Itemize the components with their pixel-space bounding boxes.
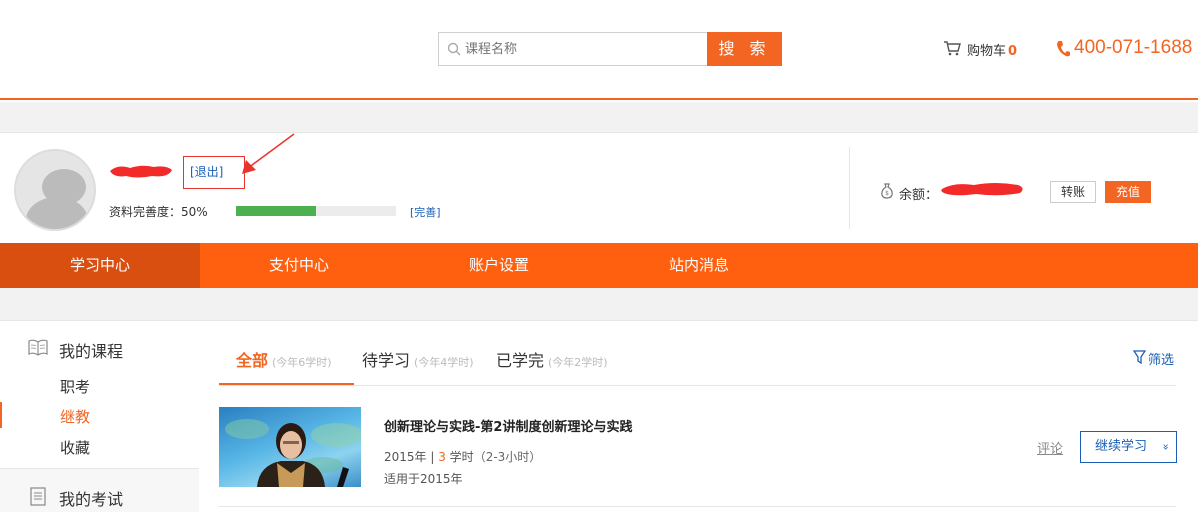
cart-count: 0	[1008, 44, 1018, 59]
course-meta: 2015年 | 3 学时（2-3小时）	[384, 448, 541, 465]
sidebar-item-continuing-education[interactable]: 继教	[60, 406, 90, 427]
recharge-button[interactable]: 充值	[1105, 181, 1151, 203]
balance-label: 余额：	[899, 188, 939, 203]
sidebar-active-marker	[0, 402, 2, 428]
course-thumbnail-image	[225, 419, 361, 487]
course-duration: （2-3小时）	[473, 450, 542, 464]
nav-item-account-settings[interactable]: 账户设置	[399, 243, 599, 288]
continue-learning-button[interactable]: 继续学习 »	[1080, 431, 1177, 463]
completeness-progress-fill	[236, 206, 316, 216]
nav-item-payment-center[interactable]: 支付中心	[199, 243, 399, 288]
exam-paper-icon	[30, 487, 46, 506]
sidebar-section-my-exams[interactable]: 我的考试	[59, 486, 123, 510]
course-applicable-year: 适用于2015年	[384, 472, 463, 486]
tabs-divider	[219, 385, 1176, 386]
complete-profile-link[interactable]: [完善]	[410, 204, 441, 220]
site-header: 搜 索 购物车0 400-071-1688	[0, 0, 1198, 100]
filter-icon	[1133, 350, 1146, 364]
completeness-progress-bar	[236, 206, 396, 216]
profile-completeness-label: 资料完善度：50%	[109, 205, 208, 219]
filter-label: 筛选	[1148, 353, 1175, 368]
course-row-divider	[219, 506, 1176, 507]
sidebar-section-my-courses[interactable]: 我的课程	[59, 338, 123, 362]
tab-to-study-hours: (今年4学时)	[414, 356, 474, 369]
money-bag-icon: $	[881, 183, 893, 199]
cart-icon	[944, 41, 961, 56]
annotation-arrow	[242, 133, 295, 174]
course-thumbnail[interactable]	[219, 407, 361, 487]
course-year: 2015年	[384, 450, 427, 464]
tab-all-label: 全部	[236, 351, 269, 370]
phone-number: 400-071-1688	[1074, 37, 1193, 58]
review-link[interactable]: 评论	[1037, 438, 1063, 457]
sidebar-item-favorites[interactable]: 收藏	[60, 437, 90, 458]
tab-all[interactable]: 全部 (今年6学时)	[236, 347, 332, 371]
main-nav: 学习中心 支付中心 账户设置 站内消息	[0, 243, 1198, 288]
tab-completed-hours: (今年2学时)	[548, 356, 608, 369]
tab-all-hours: (今年6学时)	[272, 356, 332, 369]
search-button[interactable]: 搜 索	[707, 32, 782, 66]
tab-to-study[interactable]: 待学习 (今年4学时)	[362, 347, 474, 371]
svg-text:$: $	[885, 190, 889, 197]
tab-to-study-label: 待学习	[362, 351, 411, 370]
transfer-button[interactable]: 转账	[1050, 181, 1096, 203]
nav-item-learning-center[interactable]: 学习中心	[0, 243, 200, 288]
tab-completed-label: 已学完	[496, 351, 545, 370]
cart-label: 购物车	[967, 44, 1007, 59]
username-redacted	[110, 165, 172, 178]
phone-icon	[1057, 41, 1070, 57]
sidebar-section-exams: 我的考试	[0, 468, 199, 512]
chevron-down-icon: »	[1159, 443, 1173, 451]
course-meta-separator: |	[426, 450, 439, 464]
continue-learning-label: 继续学习	[1095, 439, 1148, 454]
avatar[interactable]	[14, 149, 96, 231]
tab-completed[interactable]: 已学完 (今年2学时)	[496, 347, 608, 371]
page-background	[0, 102, 1198, 132]
book-icon	[28, 339, 48, 356]
course-hours-unit: 学时	[445, 450, 474, 464]
page-background-lower	[0, 288, 1198, 320]
sidebar-item-vocational-exam[interactable]: 职考	[60, 376, 90, 397]
search-box[interactable]	[438, 32, 708, 66]
profile-divider	[849, 147, 850, 229]
course-hours: 3	[438, 450, 446, 464]
balance-value-redacted	[941, 183, 1023, 196]
search-icon	[447, 42, 461, 56]
profile-card: 资料完善度：50% [完善] $ 余额： 转账 充值	[0, 132, 1198, 243]
nav-item-site-messages[interactable]: 站内消息	[599, 243, 799, 288]
course-title[interactable]: 创新理论与实践-第2讲制度创新理论与实践	[384, 416, 632, 435]
search-input[interactable]	[465, 33, 705, 65]
